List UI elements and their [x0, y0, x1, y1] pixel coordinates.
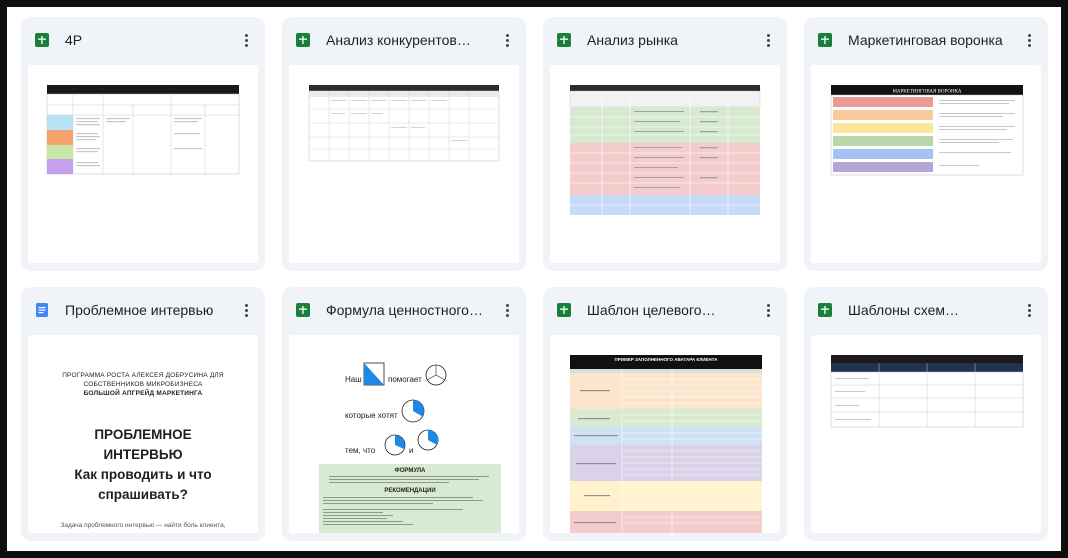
- file-card-market-analysis[interactable]: Анализ рынка: [543, 17, 787, 271]
- file-title: Шаблон целевого…: [587, 302, 716, 318]
- file-preview: [550, 65, 780, 263]
- file-title: Проблемное интервью: [65, 302, 214, 318]
- google-sheets-icon: [557, 33, 571, 47]
- file-preview: [811, 335, 1041, 533]
- doc-footer-text: Задача проблемного интервью — найти боль…: [60, 522, 226, 529]
- file-card-scheme-templates[interactable]: Шаблоны схем…: [804, 287, 1048, 541]
- card-header: Формула ценностного…: [282, 287, 526, 331]
- card-header: Анализ конкурентов…: [282, 17, 526, 61]
- file-preview: ПРИМЕР ЗАПОЛНЕННОГО АВАТАРА КЛИЕНТА: [550, 335, 780, 533]
- card-header: Анализ рынка: [543, 17, 787, 61]
- card-header: Шаблоны схем…: [804, 287, 1048, 331]
- more-options-icon[interactable]: [761, 29, 775, 51]
- file-preview: Наш помогает которые хотят тем, что и ФО…: [289, 335, 519, 533]
- funnel-preview-title: МАРКЕТИНГОВАЯ ВОРОНКА: [892, 90, 961, 95]
- more-options-icon[interactable]: [239, 299, 253, 321]
- more-options-icon[interactable]: [1022, 29, 1036, 51]
- more-options-icon[interactable]: [761, 299, 775, 321]
- google-sheets-icon: [296, 33, 310, 47]
- file-grid: 4P Анализ конкурентов… Анализ рынка Марк…: [7, 7, 1061, 551]
- doc-heading: ПРОБЛЕМНОЕ: [94, 427, 192, 442]
- file-title: Анализ конкурентов…: [326, 32, 471, 48]
- program-line: БОЛЬШОЙ АПГРЕЙД МАРКЕТИНГА: [83, 390, 203, 397]
- avatar-preview-title: ПРИМЕР ЗАПОЛНЕННОГО АВАТАРА КЛИЕНТА: [615, 357, 719, 362]
- google-sheets-icon: [35, 33, 49, 47]
- recommendations-heading: РЕКОМЕНДАЦИИ: [384, 488, 435, 494]
- file-card-4p[interactable]: 4P: [21, 17, 265, 271]
- program-line: ПРОГРАММА РОСТА АЛЕКСЕЯ ДОБРУСИНА ДЛЯ: [62, 372, 224, 379]
- formula-word: помогает: [388, 375, 422, 384]
- more-options-icon[interactable]: [500, 299, 514, 321]
- formula-word: Наш: [345, 375, 362, 384]
- doc-heading: ИНТЕРВЬЮ: [103, 447, 183, 462]
- card-header: Маркетинговая воронка: [804, 17, 1048, 61]
- doc-heading: Как проводить и что: [74, 467, 212, 482]
- more-options-icon[interactable]: [500, 29, 514, 51]
- file-preview: [289, 65, 519, 263]
- google-sheets-icon: [296, 303, 310, 317]
- file-title: Формула ценностного…: [326, 302, 483, 318]
- formula-heading: ФОРМУЛА: [395, 468, 426, 474]
- file-card-value-formula[interactable]: Формула ценностного… Наш помогает которы…: [282, 287, 526, 541]
- formula-word: тем, что: [345, 446, 376, 455]
- more-options-icon[interactable]: [239, 29, 253, 51]
- formula-word: которые хотят: [345, 411, 398, 420]
- formula-word: и: [409, 446, 413, 455]
- google-sheets-icon: [818, 33, 832, 47]
- file-preview: [28, 65, 258, 263]
- card-header: Проблемное интервью: [21, 287, 265, 331]
- file-card-marketing-funnel[interactable]: Маркетинговая воронка МАРКЕТИНГОВАЯ ВОРО…: [804, 17, 1048, 271]
- card-header: 4P: [21, 17, 265, 61]
- google-docs-icon: [36, 303, 48, 317]
- file-title: Анализ рынка: [587, 32, 678, 48]
- google-sheets-icon: [818, 303, 832, 317]
- file-title: Шаблоны схем…: [848, 302, 960, 318]
- file-preview: МАРКЕТИНГОВАЯ ВОРОНКА: [811, 65, 1041, 263]
- file-preview: ПРОГРАММА РОСТА АЛЕКСЕЯ ДОБРУСИНА ДЛЯ СО…: [28, 335, 258, 533]
- google-sheets-icon: [557, 303, 571, 317]
- file-card-target-template[interactable]: Шаблон целевого… ПРИМЕР ЗАПОЛНЕННОГО АВА…: [543, 287, 787, 541]
- more-options-icon[interactable]: [1022, 299, 1036, 321]
- file-title: Маркетинговая воронка: [848, 32, 1003, 48]
- card-header: Шаблон целевого…: [543, 287, 787, 331]
- file-card-problem-interview[interactable]: Проблемное интервью ПРОГРАММА РОСТА АЛЕК…: [21, 287, 265, 541]
- doc-heading: спрашивать?: [98, 487, 188, 502]
- program-line: СОБСТВЕННИКОВ МИКРОБИЗНЕСА: [83, 381, 203, 388]
- file-title: 4P: [65, 32, 83, 48]
- file-card-competitor-analysis[interactable]: Анализ конкурентов…: [282, 17, 526, 271]
